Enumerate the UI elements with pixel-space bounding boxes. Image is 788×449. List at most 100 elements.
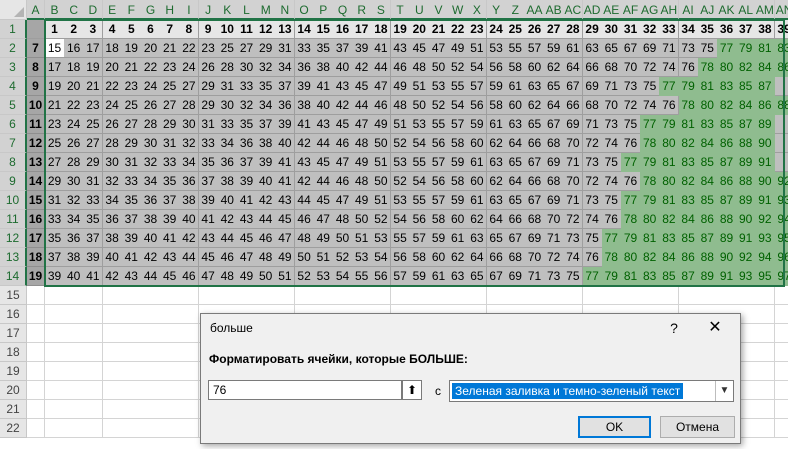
empty-cell[interactable]	[27, 305, 45, 324]
data-cell[interactable]: 70	[563, 134, 584, 153]
data-cell[interactable]: 96	[774, 248, 788, 267]
data-cell[interactable]: 25	[217, 39, 238, 58]
data-cell[interactable]: 31	[198, 115, 219, 134]
data-cell[interactable]: 88	[736, 172, 757, 191]
row-header[interactable]: 21	[0, 400, 27, 419]
data-cell[interactable]: 43	[333, 77, 353, 96]
data-cell[interactable]: 33	[45, 210, 65, 229]
row-header[interactable]: 4	[0, 77, 27, 96]
data-cell[interactable]: 87	[755, 77, 776, 96]
data-cell[interactable]: 44	[313, 172, 334, 191]
empty-cell[interactable]	[390, 286, 411, 305]
data-cell[interactable]: 80	[621, 248, 641, 267]
data-cell[interactable]: 94	[774, 210, 788, 229]
data-cell[interactable]: 59	[448, 153, 469, 172]
row-header[interactable]: 13	[0, 248, 27, 267]
data-cell[interactable]: 55	[409, 153, 430, 172]
data-cell[interactable]: 82	[678, 172, 699, 191]
empty-cell[interactable]	[313, 286, 334, 305]
data-cell[interactable]: 42	[352, 58, 373, 77]
header-number-cell[interactable]: 27	[544, 20, 565, 39]
data-cell[interactable]: 41	[237, 191, 257, 210]
empty-cell[interactable]	[64, 286, 85, 305]
data-cell[interactable]: 92	[774, 172, 788, 191]
data-cell[interactable]: 62	[486, 134, 507, 153]
data-cell[interactable]: 79	[736, 39, 757, 58]
data-cell[interactable]: 18	[64, 58, 85, 77]
column-header[interactable]: AM	[755, 0, 776, 20]
data-cell[interactable]: 77	[601, 229, 622, 248]
row-header[interactable]: 22	[0, 419, 27, 438]
empty-cell[interactable]	[121, 286, 142, 305]
data-cell[interactable]: 44	[256, 210, 277, 229]
empty-cell[interactable]	[736, 286, 757, 305]
data-cell[interactable]: 30	[217, 96, 238, 115]
data-cell[interactable]: 42	[141, 248, 161, 267]
empty-cell[interactable]	[755, 419, 776, 438]
data-cell[interactable]: 47	[198, 267, 219, 286]
empty-cell[interactable]	[121, 324, 142, 343]
data-cell[interactable]: 17	[45, 58, 65, 77]
data-cell[interactable]: 64	[486, 210, 507, 229]
data-cell[interactable]: 84	[678, 210, 699, 229]
data-cell[interactable]: 53	[390, 153, 411, 172]
data-cell[interactable]: 69	[640, 39, 661, 58]
data-cell[interactable]: 53	[371, 229, 392, 248]
data-cell[interactable]: 72	[640, 58, 661, 77]
column-header[interactable]: R	[352, 0, 373, 20]
empty-cell[interactable]	[697, 286, 718, 305]
empty-cell[interactable]	[141, 324, 161, 343]
data-cell[interactable]: 23	[45, 115, 65, 134]
data-cell[interactable]: 67	[621, 39, 641, 58]
data-cell[interactable]: 77	[717, 39, 737, 58]
row-header[interactable]: 5	[0, 96, 27, 115]
data-cell[interactable]: 95	[774, 229, 788, 248]
data-cell[interactable]: 46	[390, 58, 411, 77]
select-all-corner[interactable]	[0, 0, 27, 20]
row-label-cell[interactable]: 19	[27, 267, 45, 286]
row-header[interactable]: 3	[0, 58, 27, 77]
data-cell[interactable]: 70	[525, 248, 545, 267]
data-cell[interactable]: 63	[486, 153, 507, 172]
data-cell[interactable]: 27	[179, 77, 200, 96]
data-cell[interactable]: 61	[448, 229, 469, 248]
data-cell[interactable]: 47	[333, 191, 353, 210]
empty-cell[interactable]	[486, 286, 507, 305]
data-cell[interactable]: 61	[429, 267, 449, 286]
data-cell[interactable]: 47	[371, 77, 392, 96]
data-cell[interactable]: 86	[755, 96, 776, 115]
data-cell[interactable]: 35	[313, 39, 334, 58]
data-cell[interactable]: 21	[160, 39, 181, 58]
column-header[interactable]: AI	[678, 0, 699, 20]
data-cell[interactable]: 72	[563, 210, 584, 229]
threshold-value-input[interactable]	[208, 380, 402, 400]
data-cell[interactable]: 28	[64, 153, 85, 172]
data-cell[interactable]: 42	[102, 267, 123, 286]
data-cell[interactable]: 23	[198, 39, 219, 58]
data-cell[interactable]: 41	[121, 248, 142, 267]
data-cell[interactable]: 58	[505, 58, 526, 77]
data-cell[interactable]: 50	[429, 58, 449, 77]
data-cell[interactable]: 46	[333, 134, 353, 153]
data-cell[interactable]: 31	[83, 172, 104, 191]
empty-cell[interactable]	[755, 400, 776, 419]
header-number-cell[interactable]: 35	[697, 20, 718, 39]
data-cell[interactable]: 86	[774, 58, 788, 77]
data-cell[interactable]: 35	[198, 153, 219, 172]
data-cell[interactable]: 48	[409, 58, 430, 77]
data-cell[interactable]: 56	[390, 248, 411, 267]
empty-cell[interactable]	[371, 286, 392, 305]
data-cell[interactable]: 67	[525, 153, 545, 172]
data-cell[interactable]: 76	[601, 210, 622, 229]
data-cell[interactable]: 40	[141, 229, 161, 248]
header-number-cell[interactable]: 30	[601, 20, 622, 39]
data-cell[interactable]: 58	[429, 210, 449, 229]
data-cell[interactable]: 91	[736, 229, 757, 248]
data-cell[interactable]: 81	[659, 153, 680, 172]
data-cell[interactable]: 81	[621, 267, 641, 286]
empty-cell[interactable]	[121, 381, 142, 400]
data-cell[interactable]: 43	[390, 39, 411, 58]
empty-cell[interactable]	[141, 362, 161, 381]
data-cell[interactable]: 63	[467, 229, 488, 248]
data-cell[interactable]: 50	[333, 229, 353, 248]
